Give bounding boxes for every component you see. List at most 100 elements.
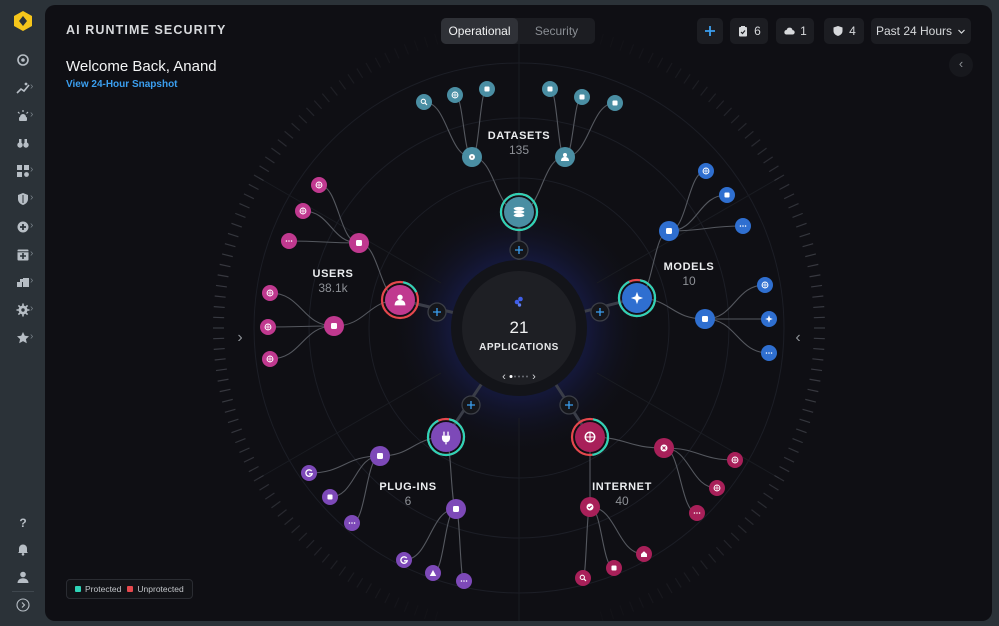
connector [564,102,616,158]
chevron-right-icon: › [30,192,34,203]
sector-divider [596,372,780,479]
openai-icon [702,167,710,175]
pager-dot[interactable] [518,375,520,378]
shield-badge[interactable]: 4 [824,18,864,44]
legend-unprotected-label: Unprotected [137,584,184,594]
applications-count: 21 [510,318,529,337]
bell-icon [17,544,28,556]
internet-label: INTERNET [592,481,652,493]
sidebar-item-building-blocks[interactable]: › [0,271,45,293]
sidebar-item-half-shield[interactable]: › [0,188,45,210]
connector [269,292,335,327]
star-icon [16,332,29,344]
models-label: MODELS [664,261,715,273]
globe-icon [264,323,272,331]
pager-dot[interactable] [526,375,528,378]
sidebar-item-alarm-siren[interactable]: › [0,105,45,127]
view-tabs: Operational Security [441,18,595,44]
brackets-icon [547,86,553,92]
app-title: AI RUNTIME SECURITY [66,23,227,37]
pager-dot[interactable] [509,375,513,378]
building-blocks-icon [16,278,29,288]
internet-leaf-node[interactable] [575,570,591,586]
sidebar-item-add-box[interactable]: › [0,244,45,266]
database-icon [513,206,525,218]
chevron-left-icon[interactable]: ‹ [795,329,800,346]
tab-operational[interactable]: Operational [441,18,518,44]
logo-icon[interactable] [12,10,34,32]
pager-dot[interactable] [514,375,516,378]
chevron-right-icon: › [30,303,34,315]
plugins-count: 6 [405,494,412,508]
network-graph: › ‹ 21 APPLICATIONS ‹ › DATASETS135 MODELS10 USE… [213,28,825,621]
plus-icon [705,26,715,36]
tasks-count: 6 [754,24,761,38]
sidebar-item-bell[interactable] [0,538,45,560]
time-range-select[interactable]: Past 24 Hours [871,18,971,44]
connector [663,447,736,461]
chevron-right-icon: › [30,80,34,92]
cloud-badge[interactable]: 1 [776,18,814,44]
palm-icon [724,192,730,198]
sidebar-item-expand[interactable] [0,594,45,616]
shield-count: 4 [849,24,856,38]
connector [403,508,457,561]
radar-icon [16,54,29,66]
connector [704,284,766,320]
network-icon [299,207,307,215]
chevron-left-icon: ‹ [958,56,964,71]
more-icon [460,580,468,582]
more-icon [765,352,773,354]
connector [318,184,360,244]
applications-label: APPLICATIONS [479,342,559,353]
unprotected-swatch [127,586,134,592]
hexagon-icon [761,281,769,289]
snapshot-link[interactable]: View 24-Hour Snapshot [66,79,178,90]
medical-plus-icon [17,221,28,233]
satellite-icon [484,86,490,92]
pager-next-button[interactable]: › [532,371,536,383]
protected-swatch [75,586,81,592]
datasets-leaf-node[interactable] [416,94,432,110]
connector [432,508,457,574]
sidebar-item-user[interactable] [0,566,45,588]
gear-icon [469,154,475,160]
cloud-icon [784,27,795,35]
sidebar-item-medical-plus[interactable]: › [0,216,45,238]
widgets-icon [16,165,29,178]
blocks-icon [702,316,708,322]
network-icon [315,181,323,189]
legend-protected: Protected [75,584,121,594]
aws-icon [327,494,333,500]
sidebar-item-help[interactable]: ? [0,511,45,533]
half-shield-icon [17,193,28,205]
pager-dot[interactable] [522,375,524,378]
chevron-right-icon: › [30,247,34,259]
add-button[interactable] [697,18,723,44]
collapse-panel-button[interactable]: ‹ [949,53,973,77]
sidebar-item-widgets[interactable]: › [0,160,45,182]
expand-icon [15,598,30,612]
sidebar-item-trend-chart[interactable]: › [0,77,45,99]
plugins-leaf-node[interactable] [301,465,317,481]
trend-chart-icon [15,82,30,94]
sliders-icon [666,228,672,234]
sidebar-item-binoculars[interactable] [0,132,45,154]
connector [704,318,770,354]
robot-icon [331,323,337,329]
sidebar-item-star[interactable]: › [0,327,45,349]
chat-bubble-icon [612,100,618,106]
plugins-leaf-node[interactable] [396,552,412,568]
plugins-label: PLUG-INS [379,481,436,493]
chevron-right-icon: › [30,219,34,231]
datasets-label: DATASETS [488,130,550,142]
globe-icon [266,289,274,297]
tasks-badge[interactable]: 6 [730,18,768,44]
pager-prev-button[interactable]: ‹ [502,371,506,383]
globe-icon [266,355,274,363]
chevron-right-icon[interactable]: › [237,329,242,346]
connector [455,508,465,582]
sidebar-item-radar[interactable] [0,49,45,71]
sidebar-item-settings[interactable]: › [0,299,45,321]
tab-security[interactable]: Security [518,18,595,44]
